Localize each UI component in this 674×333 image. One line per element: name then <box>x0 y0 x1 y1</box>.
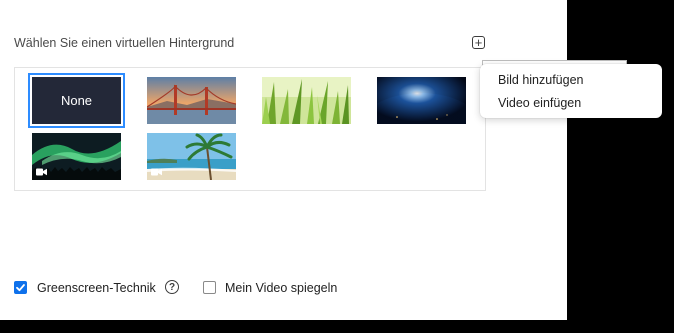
menu-item-add-video[interactable]: Video einfügen <box>498 96 581 110</box>
background-beach-video-tile[interactable] <box>147 133 236 180</box>
background-earth-tile[interactable] <box>377 77 466 124</box>
menu-item-add-image[interactable]: Bild hinzufügen <box>498 73 583 87</box>
earth-image <box>377 77 466 124</box>
video-camera-icon <box>151 168 162 176</box>
greenscreen-checkbox[interactable] <box>14 281 27 294</box>
virtual-background-panel: Wählen Sie einen virtuellen Hintergrund … <box>0 0 567 320</box>
greenscreen-label[interactable]: Greenscreen-Technik <box>37 281 156 295</box>
mirror-video-checkbox[interactable] <box>203 281 216 294</box>
mirror-video-label[interactable]: Mein Video spiegeln <box>225 281 337 295</box>
video-camera-icon <box>36 168 47 176</box>
add-background-button[interactable]: + <box>472 36 485 49</box>
background-golden-gate-tile[interactable] <box>147 77 236 124</box>
section-title: Wählen Sie einen virtuellen Hintergrund <box>14 36 235 50</box>
question-circle-icon[interactable]: ? <box>165 280 179 294</box>
golden-gate-image <box>147 77 236 124</box>
background-aurora-video-tile[interactable] <box>32 133 121 180</box>
checkmark-icon <box>16 284 25 292</box>
background-gallery: None <box>14 67 486 191</box>
plus-icon: + <box>474 34 483 50</box>
background-none-label: None <box>60 93 93 108</box>
background-grass-tile[interactable] <box>262 77 351 124</box>
add-background-menu: Bild hinzufügen Video einfügen <box>480 64 662 118</box>
background-none-tile[interactable]: None <box>28 73 125 128</box>
grass-image <box>262 77 351 124</box>
